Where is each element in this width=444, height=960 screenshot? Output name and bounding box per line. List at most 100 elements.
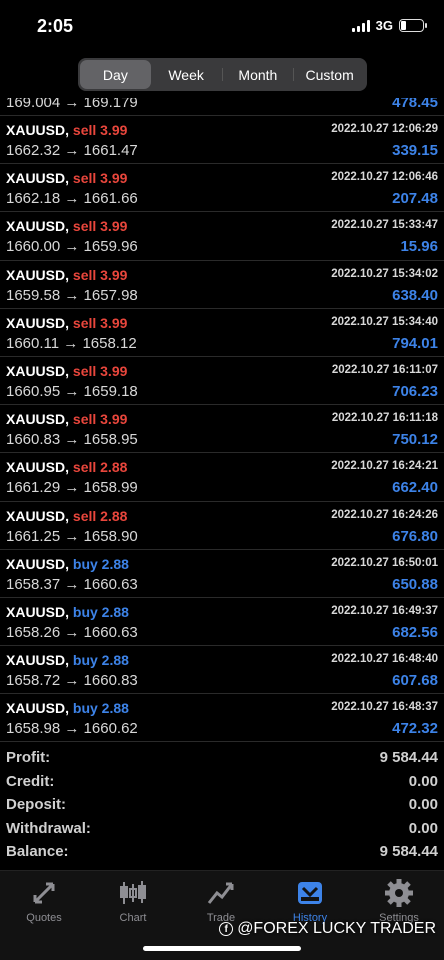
trade-symbol: XAUUSD, sell 3.99 xyxy=(6,411,127,427)
trade-prices: 1662.18 → 1661.66 xyxy=(6,190,138,208)
trade-prices: 1658.98 → 1660.62 xyxy=(6,720,138,738)
tab-trade[interactable]: Trade xyxy=(177,877,265,924)
trade-date: 2022.10.27 16:24:26 xyxy=(331,508,438,521)
summary-value: 9 584.44 xyxy=(379,749,438,767)
watermark: f @FOREX LUCKY TRADER xyxy=(219,920,436,938)
trade-row[interactable]: XAUUSD, sell 3.99 2022.10.27 16:11:07 1660… xyxy=(0,357,444,406)
trade-date: 2022.10.27 16:49:37 xyxy=(331,604,438,617)
trade-profit: 638.40 xyxy=(392,286,438,304)
trade-profit: 207.48 xyxy=(392,190,438,208)
trade-symbol: XAUUSD, sell 3.99 xyxy=(6,267,127,283)
trade-row[interactable]: XAUUSD, buy 2.88 2022.10.27 16:48:40 1658.… xyxy=(0,646,444,695)
trade-icon xyxy=(204,877,238,909)
trade-side-volume: buy 2.88 xyxy=(72,603,129,620)
symbol-text: XAUUSD, xyxy=(6,170,70,187)
trade-symbol: XAUUSD, sell 3.99 xyxy=(6,315,127,331)
summary-withdrawal: Withdrawal: 0.00 xyxy=(0,817,444,841)
trade-date: 2022.10.27 16:50:01 xyxy=(331,556,438,569)
facebook-icon: f xyxy=(219,922,234,936)
network-type: 3G xyxy=(375,18,393,33)
trade-symbol: XAUUSD, buy 2.88 xyxy=(6,652,129,668)
period-day-tab[interactable]: Day xyxy=(80,60,151,89)
account-summary: Profit: 9 584.44 Credit: 0.00 Deposit: 0… xyxy=(0,746,444,864)
trade-side-volume: sell 3.99 xyxy=(72,362,128,379)
home-indicator xyxy=(143,946,301,951)
trade-profit: 794.01 xyxy=(392,334,438,352)
trade-profit: 750.12 xyxy=(392,431,438,449)
trade-row[interactable]: XAUUSD, sell 3.99 2022.10.27 12:06:46 1662… xyxy=(0,164,444,213)
trade-symbol: XAUUSD, sell 2.88 xyxy=(6,459,127,475)
trade-profit: 650.88 xyxy=(392,575,438,593)
summary-value: 0.00 xyxy=(408,819,438,837)
trade-side-volume: buy 2.88 xyxy=(72,700,129,717)
tab-settings[interactable]: Settings xyxy=(355,877,443,924)
symbol-text: XAUUSD, xyxy=(6,459,70,476)
symbol-text: XAUUSD, xyxy=(6,218,70,235)
trade-date: 2022.10.27 16:11:18 xyxy=(331,412,438,425)
trade-row[interactable]: XAUUSD, sell 3.99 2022.10.27 15:34:02 1659… xyxy=(0,261,444,309)
trade-row[interactable]: XAUUSD, sell 3.99 2022.10.27 15:34:40 1660… xyxy=(0,309,444,357)
status-indicators: 3G xyxy=(351,18,427,33)
trade-side-volume: sell 3.99 xyxy=(72,314,128,331)
summary-credit: Credit: 0.00 xyxy=(0,770,444,794)
tab-label: Chart xyxy=(119,912,147,924)
trade-date: 2022.10.27 16:24:21 xyxy=(331,460,438,473)
trade-prices: 1659.58 → 1657.98 xyxy=(6,286,138,304)
trade-prices: 1658.37 → 1660.63 xyxy=(6,575,138,593)
trade-prices: 1660.83 → 1658.95 xyxy=(6,431,138,449)
trade-date: 2022.10.27 15:33:47 xyxy=(331,219,438,232)
period-custom-tab[interactable]: Custom xyxy=(294,60,365,89)
trade-profit: 662.40 xyxy=(392,479,438,497)
signal-icon xyxy=(351,19,370,32)
trade-side-volume: sell 3.99 xyxy=(72,266,128,283)
symbol-text: XAUUSD, xyxy=(6,603,70,620)
symbol-text: XAUUSD, xyxy=(6,700,70,717)
trade-symbol: XAUUSD, sell 3.99 xyxy=(6,122,127,138)
trade-symbol: XAUUSD, sell 3.99 xyxy=(6,218,127,234)
trade-row[interactable]: XAUUSD, buy 2.88 2022.10.27 16:50:01 1658.… xyxy=(0,550,444,598)
trade-row[interactable]: XAUUSD, sell 3.99 2022.10.27 16:11:18 1660… xyxy=(0,405,444,454)
trade-symbol: XAUUSD, buy 2.88 xyxy=(6,556,129,572)
trade-row[interactable]: XAUUSD, sell 3.99 2022.10.27 12:06:29 1662… xyxy=(0,116,444,165)
status-time: 2:05 xyxy=(37,16,74,36)
trade-profit: 339.15 xyxy=(392,142,438,159)
trade-row[interactable]: XAUUSD, buy 2.88 2022.10.27 16:48:37 1658.… xyxy=(0,694,444,742)
tab-history[interactable]: History xyxy=(266,877,354,924)
battery-icon xyxy=(399,19,427,32)
summary-value: 9 584.44 xyxy=(379,843,438,861)
period-month-tab[interactable]: Month xyxy=(223,60,294,89)
tab-quotes[interactable]: Quotes xyxy=(0,877,88,924)
symbol-text: XAUUSD, xyxy=(6,507,70,524)
summary-label: Profit: xyxy=(6,749,51,767)
trade-side-volume: sell 3.99 xyxy=(72,411,128,428)
symbol-text: XAUUSD, xyxy=(6,314,70,331)
trade-date: 2022.10.27 12:06:29 xyxy=(331,123,438,135)
tab-chart[interactable]: Chart xyxy=(89,877,177,924)
period-week-tab[interactable]: Week xyxy=(151,60,222,89)
trade-row[interactable]: XAUUSD, buy 2.88 2022.10.27 16:49:37 1658.… xyxy=(0,598,444,647)
trade-date: 2022.10.27 16:11:07 xyxy=(331,363,438,376)
summary-deposit: Deposit: 0.00 xyxy=(0,793,444,817)
trade-row[interactable]: XAUUSD, sell 3.99 2022.10.27 15:33:47 1660… xyxy=(0,212,444,261)
trade-row[interactable]: XAUUSD, sell 2.88 2022.10.27 16:24:26 1661… xyxy=(0,502,444,550)
settings-icon xyxy=(382,877,416,909)
period-selector: Day Week Month Custom xyxy=(78,58,367,91)
chart-icon xyxy=(116,877,150,909)
trade-row[interactable]: XAUUSD, sell 2.88 2022.10.27 16:24:21 1661… xyxy=(0,453,444,502)
summary-label: Withdrawal: xyxy=(6,819,91,837)
trade-prices: 1658.26 → 1660.63 xyxy=(6,623,138,641)
trade-date: 2022.10.27 15:34:40 xyxy=(331,315,438,328)
summary-profit: Profit: 9 584.44 xyxy=(0,746,444,770)
trade-history-list[interactable]: 169.004 → 169.179 478.45 XAUUSD, sell 3.… xyxy=(0,98,444,742)
trade-symbol: XAUUSD, sell 3.99 xyxy=(6,170,127,186)
trade-profit: 478.45 xyxy=(392,98,438,111)
summary-value: 0.00 xyxy=(408,772,438,790)
trade-prices: 1658.72 → 1660.83 xyxy=(6,672,138,690)
trade-profit: 682.56 xyxy=(392,623,438,641)
trade-profit: 472.32 xyxy=(392,720,438,738)
trade-side-volume: sell 2.88 xyxy=(72,459,128,476)
symbol-text: XAUUSD, xyxy=(6,362,70,379)
symbol-text: XAUUSD, xyxy=(6,555,70,572)
trade-row-partial[interactable]: 169.004 → 169.179 478.45 xyxy=(0,98,444,116)
trade-profit: 676.80 xyxy=(392,527,438,545)
